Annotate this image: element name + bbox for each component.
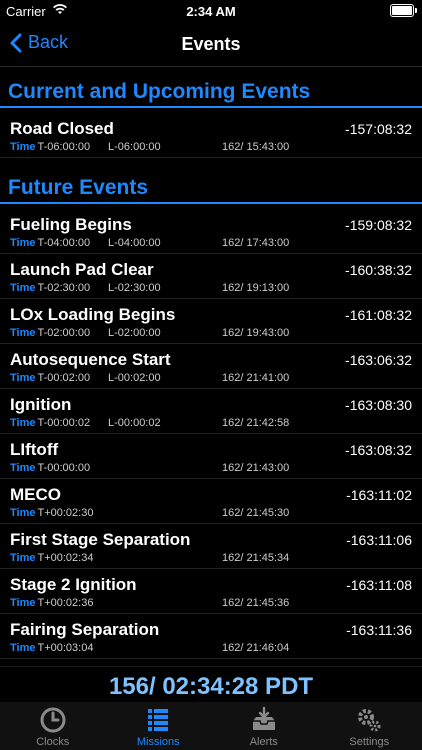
event-datetime: 162/ 21:41:00: [222, 372, 290, 384]
event-countdown: -163:08:32: [345, 442, 412, 458]
time-label: Time: [10, 507, 36, 519]
event-datetime: 162/ 21:43:00: [222, 462, 290, 474]
navigation-bar: Back Events: [0, 22, 422, 67]
l-time: L-02:00:00: [108, 327, 161, 339]
event-row[interactable]: Ignition -163:08:30 Time T-00:00:02 L-00:00:…: [0, 389, 422, 434]
current-time-display: 156/ 02:34:28 PDT: [108, 673, 314, 700]
event-countdown: -163:11:06: [346, 532, 412, 548]
t-time: T+00:03:04: [37, 642, 94, 654]
t-time: T-02:30:00: [37, 282, 91, 294]
tab-missions[interactable]: Missions: [106, 702, 212, 750]
tab-clocks[interactable]: Clocks: [0, 702, 106, 750]
event-datetime: 162/ 17:43:00: [222, 237, 290, 249]
event-countdown: -163:06:32: [345, 352, 412, 368]
event-row[interactable]: Autosequence Start -163:06:32 Time T-00:02:…: [0, 344, 422, 389]
event-row[interactable]: First Stage Separation -163:11:06 Time T+00…: [0, 524, 422, 569]
t-time: T-00:00:02: [37, 417, 91, 429]
time-label: Time: [10, 552, 36, 564]
section-header-future: Future Events: [0, 174, 422, 204]
event-countdown: -163:11:08: [346, 577, 412, 593]
event-datetime: 162/ 21:45:30: [222, 507, 290, 519]
event-countdown: -163:08:30: [345, 397, 412, 413]
t-time: T+00:02:36: [37, 597, 94, 609]
tab-label: Clocks: [36, 736, 70, 748]
event-row[interactable]: Stage 2 Ignition -163:11:08 Time T+00:02:36…: [0, 569, 422, 614]
event-datetime: 162/ 21:45:36: [222, 597, 290, 609]
time-label: Time: [10, 372, 36, 384]
event-countdown: -163:11:02: [346, 487, 412, 503]
l-time: L-06:00:00: [108, 141, 161, 153]
event-name: Launch Pad Clear: [10, 260, 154, 279]
event-datetime: 162/ 21:42:58: [222, 417, 290, 429]
event-name: Fairing Separation: [10, 620, 160, 639]
tab-label: Settings: [349, 736, 390, 748]
current-time-bar: 156/ 02:34:28 PDT: [0, 666, 422, 703]
event-name: LIftoff: [10, 440, 59, 459]
section-header-current: Current and Upcoming Events: [0, 78, 422, 108]
event-row[interactable]: Fairing Separation -163:11:36 Time T+00:03:…: [0, 614, 422, 659]
section-title: Future Events: [8, 176, 149, 199]
l-time: L-00:02:00: [108, 372, 161, 384]
page-title: Events: [181, 34, 241, 54]
status-time: 2:34 AM: [186, 4, 236, 19]
time-label: Time: [10, 462, 36, 474]
tab-label: Alerts: [249, 736, 278, 748]
t-time: T-04:00:00: [37, 237, 91, 249]
gear-icon: [358, 709, 381, 732]
event-name: Road Closed: [10, 119, 114, 138]
event-row[interactable]: Launch Pad Clear -160:38:32 Time T-02:30:00…: [0, 254, 422, 299]
event-countdown: -161:08:32: [345, 307, 412, 323]
event-name: Stage 2 Ignition: [10, 575, 137, 594]
event-name: LOx Loading Begins: [10, 305, 176, 324]
tab-label: Missions: [136, 736, 180, 748]
event-datetime: 162/ 19:13:00: [222, 282, 290, 294]
l-time: L-02:30:00: [108, 282, 161, 294]
time-label: Time: [10, 597, 36, 609]
event-countdown: -159:08:32: [345, 217, 412, 233]
event-name: Ignition: [10, 395, 72, 414]
event-datetime: 162/ 21:45:34: [222, 552, 290, 564]
tab-bar: Clocks Missions Alerts Settings: [0, 702, 422, 750]
status-bar: Carrier 2:34 AM: [0, 0, 422, 22]
event-countdown: -163:11:36: [346, 622, 412, 638]
inbox-icon: [252, 706, 275, 730]
event-datetime: 162/ 19:43:00: [222, 327, 290, 339]
event-countdown: -160:38:32: [345, 262, 412, 278]
list-icon: [148, 709, 169, 731]
time-label: Time: [10, 327, 36, 339]
event-row[interactable]: LIftoff -163:08:32 Time T-00:00:00 162/ 21:4…: [0, 434, 422, 479]
section-title: Current and Upcoming Events: [8, 80, 311, 103]
time-label: Time: [10, 417, 36, 429]
time-label: Time: [10, 282, 36, 294]
battery-icon: [390, 4, 417, 17]
event-name: Fueling Begins: [10, 215, 132, 234]
t-time: T+00:02:34: [37, 552, 94, 564]
event-countdown: -157:08:32: [345, 121, 412, 137]
event-name: Autosequence Start: [10, 350, 171, 369]
t-time: T-00:02:00: [37, 372, 91, 384]
t-time: T+00:02:30: [37, 507, 94, 519]
time-label: Time: [10, 237, 36, 249]
event-row[interactable]: Road Closed -157:08:32 Time T-06:00:00 L-…: [0, 113, 422, 158]
event-row[interactable]: LOx Loading Begins -161:08:32 Time T-02:00:…: [0, 299, 422, 344]
t-time: T-02:00:00: [37, 327, 91, 339]
time-label: Time: [10, 141, 36, 153]
l-time: L-04:00:00: [108, 237, 161, 249]
event-row[interactable]: MECO -163:11:02 Time T+00:02:30 162/ 21:45:3…: [0, 479, 422, 524]
event-datetime: 162/ 15:43:00: [222, 141, 290, 153]
event-row[interactable]: Fueling Begins -159:08:32 Time T-04:00:00 L-…: [0, 209, 422, 254]
event-name: First Stage Separation: [10, 530, 191, 549]
t-time: T-00:00:00: [37, 462, 91, 474]
tab-alerts[interactable]: Alerts: [211, 702, 317, 750]
t-time: T-06:00:00: [37, 141, 91, 153]
clock-icon: [40, 707, 66, 733]
event-name: MECO: [10, 485, 61, 504]
time-label: Time: [10, 642, 36, 654]
event-datetime: 162/ 21:46:04: [222, 642, 290, 654]
l-time: L-00:00:02: [108, 417, 161, 429]
tab-settings[interactable]: Settings: [317, 702, 422, 750]
